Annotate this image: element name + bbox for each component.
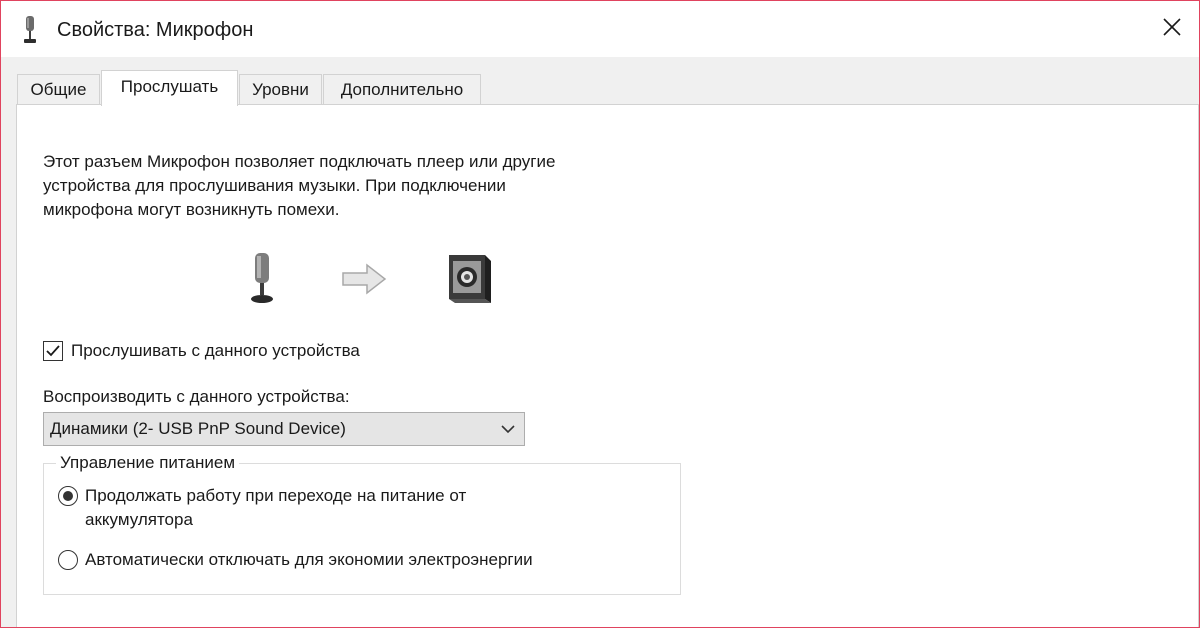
listen-illustration bbox=[245, 245, 505, 315]
power-option-auto-off-radio[interactable] bbox=[58, 550, 78, 570]
tab-levels[interactable]: Уровни bbox=[239, 74, 322, 104]
close-button[interactable] bbox=[1145, 1, 1199, 57]
playback-device-select[interactable]: Динамики (2- USB PnP Sound Device) bbox=[43, 412, 525, 446]
microphone-icon bbox=[21, 15, 39, 45]
tab-levels-label: Уровни bbox=[252, 80, 309, 99]
tab-advanced[interactable]: Дополнительно bbox=[323, 74, 481, 104]
tab-advanced-label: Дополнительно bbox=[340, 80, 464, 99]
power-option-continue-label: Продолжать работу при переходе на питани… bbox=[85, 486, 467, 529]
tab-panel-listen: Этот разъем Микрофон позволяет подключат… bbox=[16, 104, 1199, 627]
power-option-auto-off-label: Автоматически отключать для экономии эле… bbox=[85, 550, 533, 569]
checkmark-icon bbox=[46, 345, 60, 357]
listen-description: Этот разъем Микрофон позволяет подключат… bbox=[43, 152, 556, 219]
arrow-right-icon bbox=[341, 263, 387, 300]
title-bar[interactable]: Свойства: Микрофон bbox=[1, 1, 1199, 57]
power-option-auto-off[interactable]: Автоматически отключать для экономии эле… bbox=[58, 548, 533, 572]
power-management-group: Управление питанием Продолжать работу пр… bbox=[43, 451, 681, 595]
chevron-down-icon bbox=[500, 422, 516, 436]
properties-window: Свойства: Микрофон Общие Прослушать Уров… bbox=[0, 0, 1200, 628]
power-management-legend: Управление питанием bbox=[56, 451, 240, 475]
tab-listen[interactable]: Прослушать bbox=[101, 70, 238, 106]
listen-checkbox[interactable] bbox=[43, 341, 63, 361]
window-title: Свойства: Микрофон bbox=[57, 19, 254, 41]
playback-device-value: Динамики (2- USB PnP Sound Device) bbox=[50, 419, 346, 438]
tab-general-label: Общие bbox=[30, 80, 87, 99]
power-option-continue-radio[interactable] bbox=[58, 486, 78, 506]
listen-checkbox-row[interactable]: Прослушивать с данного устройства bbox=[43, 338, 360, 364]
listen-checkbox-label: Прослушивать с данного устройства bbox=[71, 341, 360, 360]
microphone-icon bbox=[245, 251, 277, 310]
close-icon bbox=[1162, 17, 1182, 42]
tab-general[interactable]: Общие bbox=[17, 74, 100, 104]
power-option-continue[interactable]: Продолжать работу при переходе на питани… bbox=[58, 484, 466, 532]
radio-selected-dot bbox=[63, 491, 73, 501]
speaker-icon bbox=[445, 251, 495, 310]
tab-listen-label: Прослушать bbox=[120, 77, 219, 96]
playback-device-label: Воспроизводить с данного устройства: bbox=[43, 387, 350, 406]
